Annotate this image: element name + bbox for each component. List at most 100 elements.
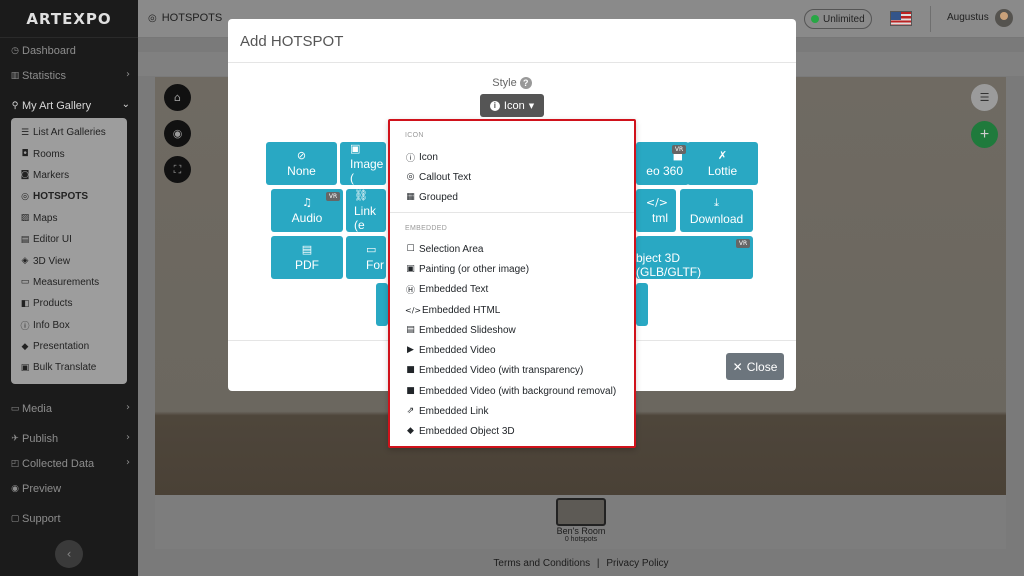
tile-form[interactable]: ▭ For: [346, 236, 386, 279]
room-view-button[interactable]: ⌂: [164, 84, 191, 111]
dropdown-item-embedded-object-3d[interactable]: ◆ Embedded Object 3D: [405, 423, 515, 439]
tile-video-360[interactable]: VR ■ eo 360: [636, 142, 689, 185]
image-icon: ▣: [406, 264, 415, 274]
sidebar-item-label: Preview: [22, 482, 62, 495]
lottie-icon: ✗: [717, 149, 728, 162]
tile-label: Lottie: [707, 164, 738, 178]
download-icon: ⤓: [714, 195, 719, 209]
tile-lottie[interactable]: ✗ Lottie: [687, 142, 758, 185]
dropdown-item-embedded-slideshow[interactable]: ▤ Embedded Slideshow: [405, 322, 516, 338]
dropdown-item-painting[interactable]: ▣ Painting (or other image): [405, 261, 529, 277]
tile-image[interactable]: ▣ Image (: [340, 142, 386, 185]
tile-extra-left[interactable]: [376, 283, 388, 326]
cube-icon: ◆: [407, 426, 414, 436]
sidebar-item-media[interactable]: ▭ Media ›: [0, 396, 138, 421]
hotspot-list-button[interactable]: ☰: [971, 84, 998, 111]
tile-link[interactable]: ⛓ Link (e: [346, 189, 386, 232]
sidebar-item-statistics[interactable]: ▥ Statistics ›: [0, 63, 138, 88]
dropdown-item-label: Embedded HTML: [422, 304, 501, 316]
hotspot-icon: ◎: [21, 191, 29, 202]
image-icon: ▣: [350, 142, 361, 155]
tile-label: Link (e: [354, 204, 377, 232]
square-icon: ☐: [406, 244, 415, 254]
submenu-item-rooms[interactable]: ◘ Rooms: [11, 143, 127, 164]
dropdown-item-embedded-html[interactable]: </> Embedded HTML: [405, 302, 500, 318]
submenu-item-info-box[interactable]: ⓘ Info Box: [11, 315, 127, 336]
tile-pdf[interactable]: ▤ PDF: [271, 236, 343, 279]
us-flag-icon[interactable]: [890, 11, 912, 26]
dropdown-item-grouped[interactable]: ▦ Grouped: [405, 189, 458, 205]
submenu-label: Info Box: [33, 319, 70, 331]
submenu-item-maps[interactable]: ▨ Maps: [11, 208, 127, 229]
privacy-link[interactable]: Privacy Policy: [606, 558, 668, 569]
submenu-label: Markers: [33, 169, 70, 181]
gallery-icon: ⚲: [11, 100, 19, 111]
submenu-item-markers[interactable]: ◙ Markers: [11, 165, 127, 186]
presentation-icon: ◆: [21, 341, 29, 352]
add-hotspot-fab[interactable]: +: [971, 121, 998, 148]
info-icon: i: [489, 100, 500, 111]
sidebar-item-collected-data[interactable]: ◰ Collected Data ›: [0, 451, 138, 476]
submenu-label: Maps: [33, 212, 58, 224]
help-icon[interactable]: ?: [519, 77, 532, 89]
sidebar-item-dashboard[interactable]: ◷ Dashboard: [0, 38, 138, 63]
dropdown-header-icon: ICON: [405, 132, 424, 139]
tile-audio[interactable]: VR ♫ Audio: [271, 189, 343, 232]
dropdown-item-embedded-link[interactable]: ⇗ Embedded Link: [405, 403, 489, 419]
sidebar-item-publish[interactable]: ✈ Publish ›: [0, 426, 138, 451]
plan-badge[interactable]: Unlimited: [804, 9, 872, 29]
video-camera-icon: ■: [406, 386, 415, 396]
sidebar-item-label: Support: [22, 512, 61, 525]
support-icon: ▢: [10, 513, 20, 524]
submenu-item-products[interactable]: ◧ Products: [11, 293, 127, 314]
dropdown-item-label: Embedded Object 3D: [419, 425, 515, 437]
dropdown-item-embedded-text[interactable]: Ⓗ Embedded Text: [405, 281, 488, 297]
preview-toggle-button[interactable]: ◉: [164, 120, 191, 147]
dropdown-item-embedded-video[interactable]: ▶ Embedded Video: [405, 342, 496, 358]
dropdown-item-callout-text[interactable]: ◎ Callout Text: [405, 169, 472, 185]
submenu-item-measurements[interactable]: ▭ Measurements: [11, 272, 127, 293]
submenu-item-presentation[interactable]: ◆ Presentation: [11, 336, 127, 357]
submenu-item-hotspots[interactable]: ◎ HOTSPOTS: [11, 186, 127, 207]
dropdown-item-label: Grouped: [419, 191, 458, 203]
dropdown-item-embedded-video-transparency[interactable]: ■ Embedded Video (with transparency): [405, 362, 583, 378]
form-icon: ▭: [366, 243, 377, 256]
sidebar-item-preview[interactable]: ◉ Preview: [0, 476, 138, 501]
tile-object-3d[interactable]: VR◆bject 3D (GLB/GLTF): [636, 236, 753, 279]
collapse-sidebar-button[interactable]: ‹: [55, 540, 83, 568]
tile-download[interactable]: ⤓ Download: [680, 189, 753, 232]
close-button[interactable]: ✕ Close: [726, 353, 784, 380]
submenu-item-editor-ui[interactable]: ▤ Editor UI: [11, 229, 127, 250]
sidebar-item-label: Media: [22, 402, 52, 415]
submenu-label: 3D View: [33, 255, 71, 267]
tile-label: tml: [652, 211, 668, 225]
fullscreen-button[interactable]: ⛶: [164, 156, 191, 183]
submenu-item-3d-view[interactable]: ◈ 3D View: [11, 250, 127, 271]
tile-none[interactable]: ⊘ None: [266, 142, 337, 185]
brand-logo[interactable]: ARTEXPO: [0, 0, 138, 38]
submenu-item-list-art-galleries[interactable]: ☰ List Art Galleries: [11, 122, 127, 143]
cube-icon: ◈: [21, 256, 29, 267]
submenu-item-bulk-translate[interactable]: ▣ Bulk Translate: [11, 357, 127, 378]
tile-html[interactable]: </> tml: [636, 189, 676, 232]
sidebar-item-support[interactable]: ▢ Support: [0, 506, 138, 531]
list-icon: ☰: [979, 91, 990, 104]
dropdown-item-icon[interactable]: ⓘ Icon: [405, 149, 438, 165]
dropdown-item-label: Selection Area: [419, 243, 484, 255]
terms-link[interactable]: Terms and Conditions: [493, 558, 590, 569]
dropdown-header-embedded: EMBEDDED: [405, 225, 448, 232]
sidebar-item-my-art-gallery[interactable]: ⚲ My Art Gallery ⌄: [0, 93, 138, 118]
style-dropdown-button[interactable]: i Icon ▼: [480, 94, 544, 117]
tile-extra-right[interactable]: [636, 283, 648, 326]
style-label: Style: [492, 77, 517, 89]
user-name[interactable]: Augustus: [947, 12, 989, 23]
sidebar-lower-nav: ▭ Media › ✈ Publish › ◰ Collected Data ›…: [0, 396, 138, 531]
avatar[interactable]: [995, 9, 1013, 27]
info-icon: ⓘ: [405, 153, 415, 164]
dropdown-item-embedded-video-bg-removal[interactable]: ■ Embedded Video (with background removal…: [405, 383, 616, 399]
room-thumbnail[interactable]: [556, 498, 606, 526]
dropdown-item-selection-area[interactable]: ☐ Selection Area: [405, 241, 484, 257]
marker-icon: ◙: [20, 170, 30, 181]
dropdown-item-label: Embedded Link: [419, 405, 489, 417]
eye-icon: ◉: [11, 483, 19, 494]
